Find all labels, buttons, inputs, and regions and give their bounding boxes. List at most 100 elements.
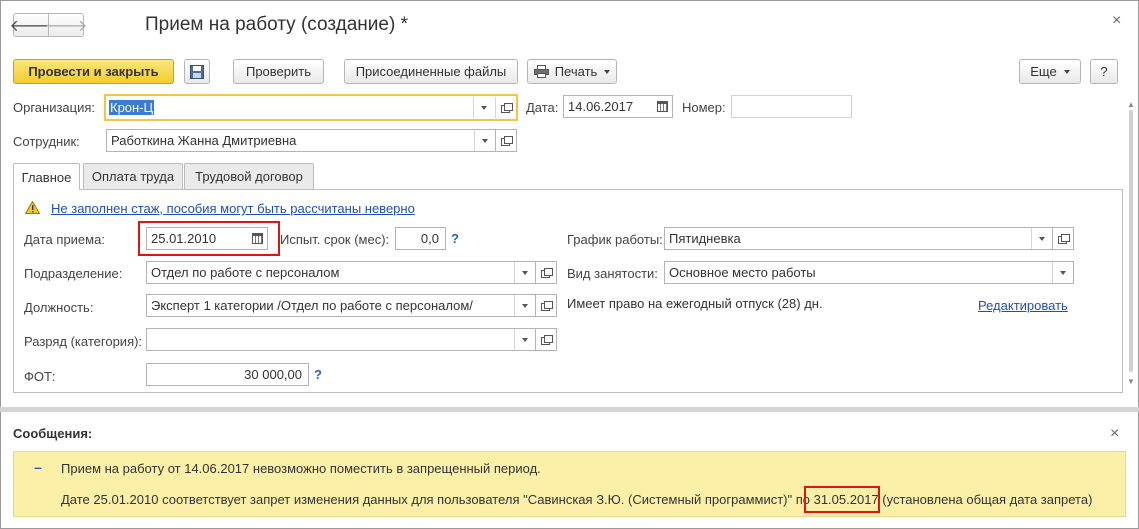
department-field[interactable]: Отдел по работе с персоналом (146, 261, 536, 284)
more-button[interactable]: Еще (1019, 59, 1081, 84)
grade-field[interactable] (146, 328, 536, 351)
organization-field[interactable]: Крон-Ц (104, 94, 518, 121)
employment-type-field[interactable]: Основное место работы (664, 261, 1074, 284)
probation-label: Испыт. срок (мес): (280, 232, 390, 247)
attached-files-button[interactable]: Присоединенные файлы (344, 59, 518, 84)
date-label: Дата: (526, 100, 559, 115)
department-label: Подразделение: (24, 266, 123, 281)
grade-dropdown[interactable] (514, 329, 535, 350)
messages-close-button[interactable]: × (1110, 425, 1119, 443)
scroll-down-button[interactable]: ▼ (1127, 377, 1135, 386)
organization-value: Крон-Ц (109, 100, 155, 115)
hire-date-label: Дата приема: (24, 232, 105, 247)
tab-payroll-label: Оплата труда (91, 169, 175, 184)
printer-icon (533, 65, 549, 78)
employee-label: Сотрудник: (13, 134, 80, 149)
hire-date-value: 25.01.2010 (151, 231, 217, 246)
chevron-down-icon (1063, 69, 1070, 74)
position-value: Эксперт 1 категории /Отдел по работе с п… (151, 298, 473, 313)
chevron-down-icon (604, 69, 611, 74)
scrollbar-thumb[interactable] (1129, 110, 1133, 372)
open-icon (501, 136, 513, 146)
open-icon (541, 268, 553, 278)
probation-help-icon[interactable]: ? (451, 231, 459, 246)
messages-title: Сообщения: (13, 426, 93, 441)
schedule-dropdown[interactable] (1031, 228, 1052, 249)
messages-divider[interactable] (0, 407, 1139, 412)
print-button[interactable]: Печать (527, 59, 617, 84)
chevron-down-icon (1039, 236, 1045, 241)
open-icon (501, 103, 513, 113)
schedule-value: Пятидневка (669, 231, 741, 246)
vacation-note: Имеет право на ежегодный отпуск (28) дн. (567, 296, 823, 311)
chevron-down-icon (522, 270, 528, 275)
tab-payroll[interactable]: Оплата труда (83, 163, 183, 189)
position-dropdown[interactable] (514, 295, 535, 316)
schedule-field[interactable]: Пятидневка (664, 227, 1053, 250)
employee-field[interactable]: Работкина Жанна Дмитриевна (106, 129, 496, 152)
print-label: Печать (554, 64, 598, 79)
help-button[interactable]: ? (1090, 59, 1118, 84)
calendar-icon[interactable] (252, 233, 263, 244)
warning-icon (25, 201, 40, 214)
window-title: Прием на работу (создание) * (145, 14, 408, 35)
organization-open[interactable] (495, 97, 516, 118)
grade-open-button[interactable] (536, 328, 557, 351)
number-field[interactable] (731, 95, 852, 118)
department-open-button[interactable] (536, 261, 557, 284)
help-label: ? (1100, 64, 1108, 79)
check-label: Проверить (245, 64, 311, 79)
payroll-fund-field[interactable]: 30 000,00 (146, 363, 309, 386)
position-open-button[interactable] (536, 294, 557, 317)
scroll-up-button[interactable]: ▲ (1127, 100, 1135, 109)
ban-date-value: 31.05.2017 (813, 492, 879, 507)
close-icon: × (1112, 12, 1122, 29)
employment-type-value: Основное место работы (669, 265, 816, 280)
position-field[interactable]: Эксперт 1 категории /Отдел по работе с п… (146, 294, 536, 317)
organization-label: Организация: (13, 100, 96, 115)
open-icon (541, 301, 553, 311)
calendar-icon[interactable] (657, 101, 668, 112)
close-icon: × (1110, 425, 1120, 442)
payroll-fund-help-icon[interactable]: ? (314, 367, 322, 382)
arrow-right-icon: 🡒 (44, 17, 88, 35)
close-window-button[interactable]: × (1112, 12, 1121, 30)
probation-value: 0,0 (420, 231, 439, 246)
tab-contract-label: Трудовой договор (195, 169, 303, 184)
payroll-fund-label: ФОТ: (24, 369, 56, 384)
edit-vacation-link[interactable]: Редактировать (978, 298, 1068, 313)
tab-main[interactable]: Главное (13, 163, 80, 190)
employee-open-button[interactable] (496, 129, 517, 152)
employee-dropdown[interactable] (474, 130, 495, 151)
hire-date-field[interactable]: 25.01.2010 (146, 227, 268, 250)
employment-type-label: Вид занятости: (567, 266, 658, 281)
probation-field[interactable]: 0,0 (395, 227, 446, 250)
post-and-close-button[interactable]: Провести и закрыть (13, 59, 174, 84)
forward-button[interactable]: 🡒 (45, 13, 87, 37)
position-label: Должность: (24, 300, 94, 315)
experience-warning-link[interactable]: Не заполнен стаж, пособия могут быть рас… (51, 201, 415, 216)
message-line-2-suffix: (установлена общая дата запрета) (878, 492, 1093, 507)
date-value: 14.06.2017 (568, 99, 634, 114)
message-line-2: Дате 25.01.2010 соответствует запрет изм… (61, 492, 1092, 507)
chevron-down-icon (522, 303, 528, 308)
more-label: Еще (1030, 64, 1057, 79)
employee-value: Работкина Жанна Дмитриевна (111, 133, 297, 148)
department-dropdown[interactable] (514, 262, 535, 283)
organization-dropdown[interactable] (473, 97, 494, 118)
check-button[interactable]: Проверить (233, 59, 324, 84)
message-line-2-prefix: Дате 25.01.2010 соответствует запрет изм… (61, 492, 814, 507)
open-icon (541, 335, 553, 345)
save-button[interactable] (184, 59, 210, 84)
grade-label: Разряд (категория): (24, 334, 143, 349)
tab-contract[interactable]: Трудовой договор (184, 163, 314, 189)
open-icon (1058, 234, 1070, 244)
collapse-message-icon[interactable]: – (34, 459, 42, 475)
employment-type-dropdown[interactable] (1052, 262, 1073, 283)
message-line-1: Прием на работу от 14.06.2017 невозможно… (61, 461, 541, 476)
save-icon (190, 64, 204, 79)
attached-files-label: Присоединенные файлы (355, 64, 507, 79)
schedule-open-button[interactable] (1053, 227, 1074, 250)
date-field[interactable]: 14.06.2017 (563, 95, 673, 118)
chevron-down-icon (522, 337, 528, 342)
